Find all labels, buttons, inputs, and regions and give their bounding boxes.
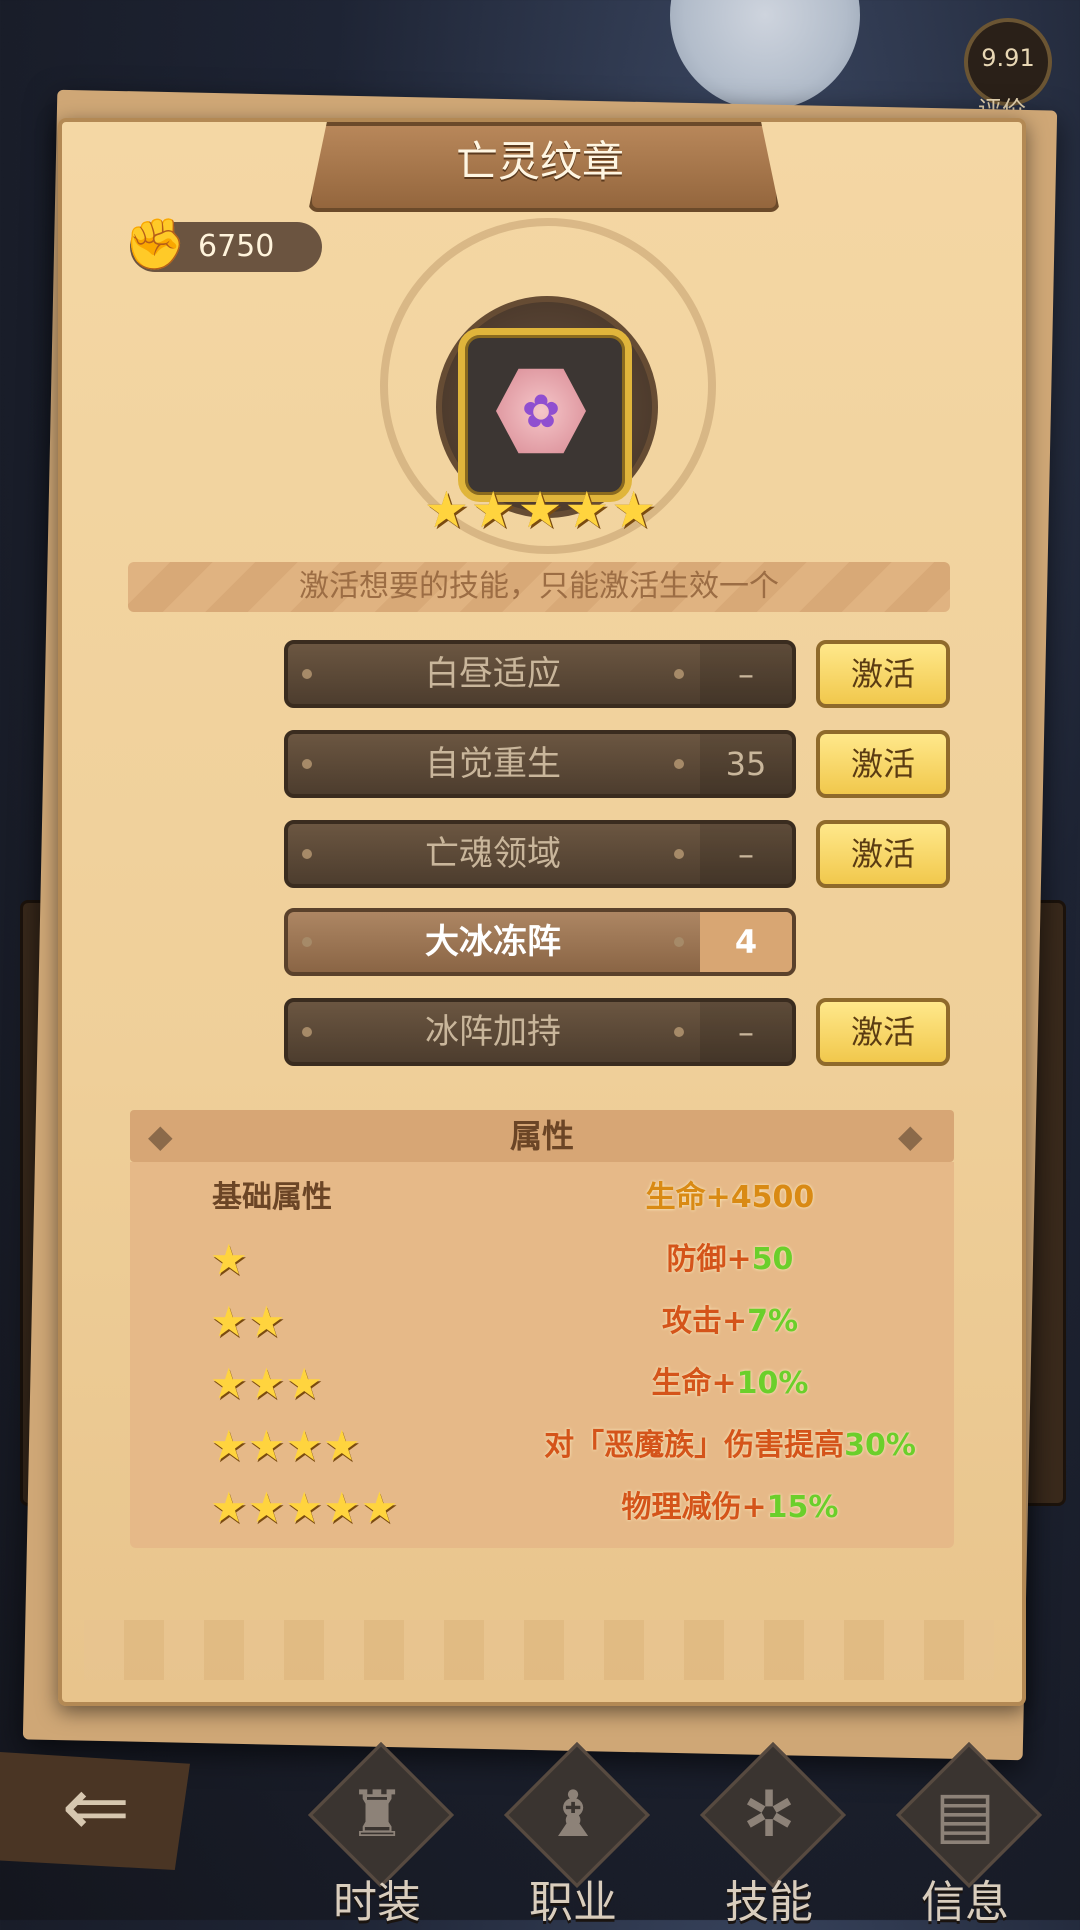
star-icon: ★ <box>470 481 516 539</box>
paper-bottom-border <box>84 1620 994 1680</box>
activate-button[interactable]: 激活 <box>816 640 950 708</box>
attribute-value: 物理减伤+15% <box>480 1484 980 1532</box>
skill-value: 4 <box>734 923 758 961</box>
skill-value: – <box>738 835 754 873</box>
star-icon: ★ <box>322 1483 361 1532</box>
back-arrow-icon: ⇐ <box>61 1760 131 1855</box>
activate-button[interactable]: 激活 <box>816 730 950 798</box>
skill-name: 亡魂领域 <box>425 834 561 874</box>
star-icon: ★ <box>564 481 610 539</box>
hint-text: 激活想要的技能，只能激活生效一个 <box>299 569 779 604</box>
attribute-text: 生命+ <box>645 1180 731 1215</box>
attribute-stars: ★ ★ <box>210 1298 285 1346</box>
star-icon: ★ <box>285 1421 323 1470</box>
skill-value: – <box>738 1013 754 1051</box>
nav-label: 职业 <box>529 1877 617 1928</box>
skill-row: 自觉重生 35 <box>284 730 796 798</box>
star-icon: ★ <box>210 1297 248 1346</box>
star-icon: ★ <box>285 1359 323 1408</box>
skill-row-active: 大冰冻阵 4 <box>284 908 796 976</box>
base-attributes-label: 基础属性 <box>212 1180 332 1215</box>
attribute-number: 7% <box>747 1304 799 1339</box>
star-icon: ★ <box>285 1483 323 1532</box>
skill-row: 亡魂领域 – <box>284 820 796 888</box>
nav-info[interactable]: ▤ 信息 <box>890 1741 1043 1928</box>
nav-label: 信息 <box>921 1877 1009 1928</box>
skill-row: 冰阵加持 – <box>284 998 796 1066</box>
attribute-number: 4500 <box>730 1180 815 1215</box>
costume-icon: ♜ <box>348 1778 406 1852</box>
star-icon: ★ <box>247 1483 286 1532</box>
skill-value: 35 <box>725 745 767 783</box>
star-icon: ★ <box>611 481 657 539</box>
attribute-stars: ★ ★ ★ <box>210 1360 323 1408</box>
skill-name: 冰阵加持 <box>425 1012 561 1052</box>
attribute-value: 攻击+7% <box>480 1298 980 1346</box>
star-icon: ★ <box>247 1359 286 1408</box>
star-icon: ★ <box>210 1359 248 1408</box>
panel-title: 亡灵纹章 <box>455 137 624 186</box>
star-icon: ★ <box>210 1235 248 1284</box>
attribute-number: 10% <box>736 1366 809 1401</box>
nav-label: 技能 <box>725 1877 813 1928</box>
activate-button[interactable]: 激活 <box>816 998 950 1066</box>
skill-row: 白昼适应 – <box>284 640 796 708</box>
attribute-value: 防御+50 <box>480 1236 980 1284</box>
star-icon: ★ <box>517 481 563 539</box>
skill-icon: ✲ <box>742 1778 796 1852</box>
attribute-number: 15% <box>766 1490 839 1525</box>
skill-name: 白昼适应 <box>425 654 561 694</box>
currency-value: 6750 <box>198 229 275 264</box>
class-icon: ♝ <box>544 1778 602 1852</box>
star-icon: ★ <box>247 1297 286 1346</box>
nav-label: 时装 <box>333 1877 421 1928</box>
star-icon: ★ <box>360 1483 399 1532</box>
attribute-stars: ★ ★ ★ ★ ★ <box>210 1484 398 1532</box>
attribute-number: 50 <box>751 1242 794 1277</box>
star-icon: ★ <box>210 1483 248 1532</box>
attribute-stars: ★ ★ ★ ★ <box>210 1422 361 1470</box>
star-icon: ★ <box>322 1421 361 1470</box>
attributes-title: 属性 <box>509 1117 574 1155</box>
attribute-text: 防御+ <box>666 1242 752 1277</box>
activate-button[interactable]: 激活 <box>816 820 950 888</box>
nav-costume[interactable]: ♜ 时装 <box>302 1741 455 1928</box>
star-icon: ★ <box>247 1421 286 1470</box>
attribute-value: 对「恶魔族」伤害提高30% <box>470 1422 990 1470</box>
attribute-text: 对「恶魔族」伤害提高 <box>544 1428 845 1463</box>
emblem-star-rating: ★ ★ ★ ★ ★ <box>424 481 656 539</box>
background-moon <box>670 0 860 110</box>
attribute-text: 攻击+ <box>661 1304 748 1339</box>
nav-class[interactable]: ♝ 职业 <box>498 1741 651 1928</box>
attribute-value: 生命+10% <box>480 1360 980 1408</box>
info-icon: ▤ <box>934 1778 996 1852</box>
skill-value: – <box>738 655 754 693</box>
attribute-stars: ★ <box>210 1236 248 1284</box>
attribute-value: 生命+4500 <box>480 1174 980 1222</box>
star-icon: ★ <box>210 1421 248 1470</box>
nav-skill[interactable]: ✲ 技能 <box>694 1741 847 1928</box>
skill-name: 大冰冻阵 <box>425 922 561 962</box>
skill-name: 自觉重生 <box>425 744 561 784</box>
attribute-text: 生命+ <box>651 1366 737 1401</box>
star-icon: ★ <box>423 481 469 539</box>
fist-icon: ✊ <box>124 215 187 273</box>
attribute-number: 30% <box>844 1428 916 1463</box>
attribute-text: 物理减伤+ <box>621 1490 767 1525</box>
